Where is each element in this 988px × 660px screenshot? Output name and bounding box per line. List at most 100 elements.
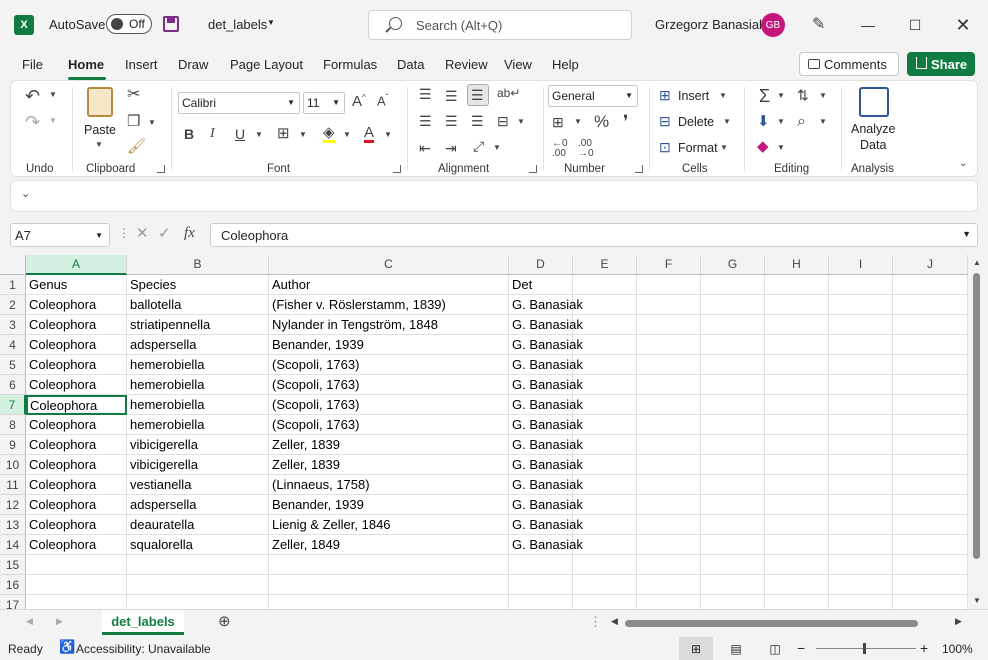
cell-i16[interactable] <box>829 575 893 595</box>
cell-c8[interactable]: (Scopoli, 1763) <box>269 415 509 435</box>
column-header-i[interactable]: I <box>829 255 893 275</box>
cell-e10[interactable] <box>573 455 637 475</box>
cell-f17[interactable] <box>637 595 701 609</box>
cell-f14[interactable] <box>637 535 701 555</box>
cell-c14[interactable]: Zeller, 1849 <box>269 535 509 555</box>
zoom-slider-handle[interactable] <box>863 643 866 654</box>
cell-i1[interactable] <box>829 275 893 295</box>
number-format-select[interactable]: General ▼ <box>548 85 638 107</box>
cell-a8[interactable]: Coleophora <box>26 415 127 435</box>
row-header[interactable]: 8 <box>0 415 26 435</box>
cell-j2[interactable] <box>893 295 968 315</box>
cell-f8[interactable] <box>637 415 701 435</box>
cell-j1[interactable] <box>893 275 968 295</box>
cell-f11[interactable] <box>637 475 701 495</box>
normal-view-button[interactable]: ⊞ <box>679 637 713 660</box>
tab-page-layout[interactable]: Page Layout <box>230 57 303 72</box>
cell-a13[interactable]: Coleophora <box>26 515 127 535</box>
align-left-icon[interactable]: ☰ <box>419 114 432 128</box>
cell-i15[interactable] <box>829 555 893 575</box>
cell-b10[interactable]: vibicigerella <box>127 455 269 475</box>
cell-b14[interactable]: squalorella <box>127 535 269 555</box>
cell-b12[interactable]: adspersella <box>127 495 269 515</box>
cell-j4[interactable] <box>893 335 968 355</box>
row-header[interactable]: 11 <box>0 475 26 495</box>
cell-e13[interactable] <box>573 515 637 535</box>
cell-d6[interactable]: G. Banasiak <box>509 375 583 395</box>
cell-g7[interactable] <box>701 395 765 415</box>
cell-c6[interactable]: (Scopoli, 1763) <box>269 375 509 395</box>
cell-f6[interactable] <box>637 375 701 395</box>
cell-j13[interactable] <box>893 515 968 535</box>
column-header-b[interactable]: B <box>127 255 269 275</box>
sheet-tab-det-labels[interactable]: det_labels <box>102 610 184 635</box>
accounting-format-icon[interactable]: ⊞ <box>552 115 564 129</box>
tab-data[interactable]: Data <box>397 57 424 72</box>
formula-input[interactable]: Coleophora ▼ <box>210 223 978 247</box>
cell-f1[interactable] <box>637 275 701 295</box>
cell-g11[interactable] <box>701 475 765 495</box>
copy-icon[interactable]: ❐ <box>127 114 140 129</box>
cell-a6[interactable]: Coleophora <box>26 375 127 395</box>
cell-f3[interactable] <box>637 315 701 335</box>
cell-j5[interactable] <box>893 355 968 375</box>
cell-b7[interactable]: hemerobiella <box>127 395 269 415</box>
chevron-down-icon[interactable]: ▼ <box>95 141 103 149</box>
comma-style-icon[interactable]: ❜ <box>623 113 628 130</box>
cell-h14[interactable] <box>765 535 829 555</box>
cell-i3[interactable] <box>829 315 893 335</box>
chevron-down-icon[interactable]: ▼ <box>574 118 582 126</box>
insert-cells-icon[interactable]: ⊞ <box>659 88 671 102</box>
chevron-down-icon[interactable]: ▼ <box>255 131 263 139</box>
cell-h8[interactable] <box>765 415 829 435</box>
analyze-label[interactable]: Analyze <box>851 122 895 136</box>
chevron-down-icon[interactable]: ▼ <box>777 92 785 100</box>
cell-i8[interactable] <box>829 415 893 435</box>
cell-g14[interactable] <box>701 535 765 555</box>
cell-e16[interactable] <box>573 575 637 595</box>
column-header-j[interactable]: J <box>893 255 968 275</box>
accessibility-icon[interactable]: ♿ <box>59 640 75 653</box>
row-header[interactable]: 17 <box>0 595 26 609</box>
close-button[interactable]: ✕ <box>948 10 978 40</box>
delete-cells-icon[interactable]: ⊟ <box>659 114 671 128</box>
cell-g13[interactable] <box>701 515 765 535</box>
cell-j12[interactable] <box>893 495 968 515</box>
analyze-label-2[interactable]: Data <box>860 138 886 152</box>
cell-j11[interactable] <box>893 475 968 495</box>
chevron-down-icon[interactable]: ▼ <box>493 144 501 152</box>
insert-label[interactable]: Insert <box>678 89 709 103</box>
cell-a9[interactable]: Coleophora <box>26 435 127 455</box>
chevron-down-icon[interactable]: ▼ <box>777 118 785 126</box>
cell-d17[interactable] <box>509 595 573 609</box>
column-header-a[interactable]: A <box>26 255 127 275</box>
cell-i13[interactable] <box>829 515 893 535</box>
cell-a16[interactable] <box>26 575 127 595</box>
row-header[interactable]: 16 <box>0 575 26 595</box>
cell-a11[interactable]: Coleophora <box>26 475 127 495</box>
chevron-down-icon[interactable]: ▼ <box>49 91 57 99</box>
tab-formulas[interactable]: Formulas <box>323 57 377 72</box>
cell-h7[interactable] <box>765 395 829 415</box>
cell-a4[interactable]: Coleophora <box>26 335 127 355</box>
scroll-up-icon[interactable]: ▲ <box>973 259 981 267</box>
find-select-icon[interactable]: ⌕ <box>797 114 806 130</box>
cell-a1[interactable]: Genus <box>26 275 127 295</box>
horizontal-scroll-thumb[interactable] <box>625 620 918 627</box>
cell-d10[interactable]: G. Banasiak <box>509 455 583 475</box>
format-cells-icon[interactable]: ⊡ <box>659 140 671 154</box>
row-header[interactable]: 4 <box>0 335 26 355</box>
cell-h12[interactable] <box>765 495 829 515</box>
cell-c4[interactable]: Benander, 1939 <box>269 335 509 355</box>
cell-b1[interactable]: Species <box>127 275 269 295</box>
zoom-out-icon[interactable]: − <box>797 640 805 656</box>
cell-f2[interactable] <box>637 295 701 315</box>
cell-f9[interactable] <box>637 435 701 455</box>
minimize-button[interactable]: — <box>853 10 883 40</box>
name-box[interactable]: A7 ▼ <box>10 223 110 247</box>
cell-e9[interactable] <box>573 435 637 455</box>
cell-b16[interactable] <box>127 575 269 595</box>
cell-i9[interactable] <box>829 435 893 455</box>
cell-e2[interactable] <box>573 295 637 315</box>
user-name[interactable]: Grzegorz Banasiak <box>655 17 766 32</box>
